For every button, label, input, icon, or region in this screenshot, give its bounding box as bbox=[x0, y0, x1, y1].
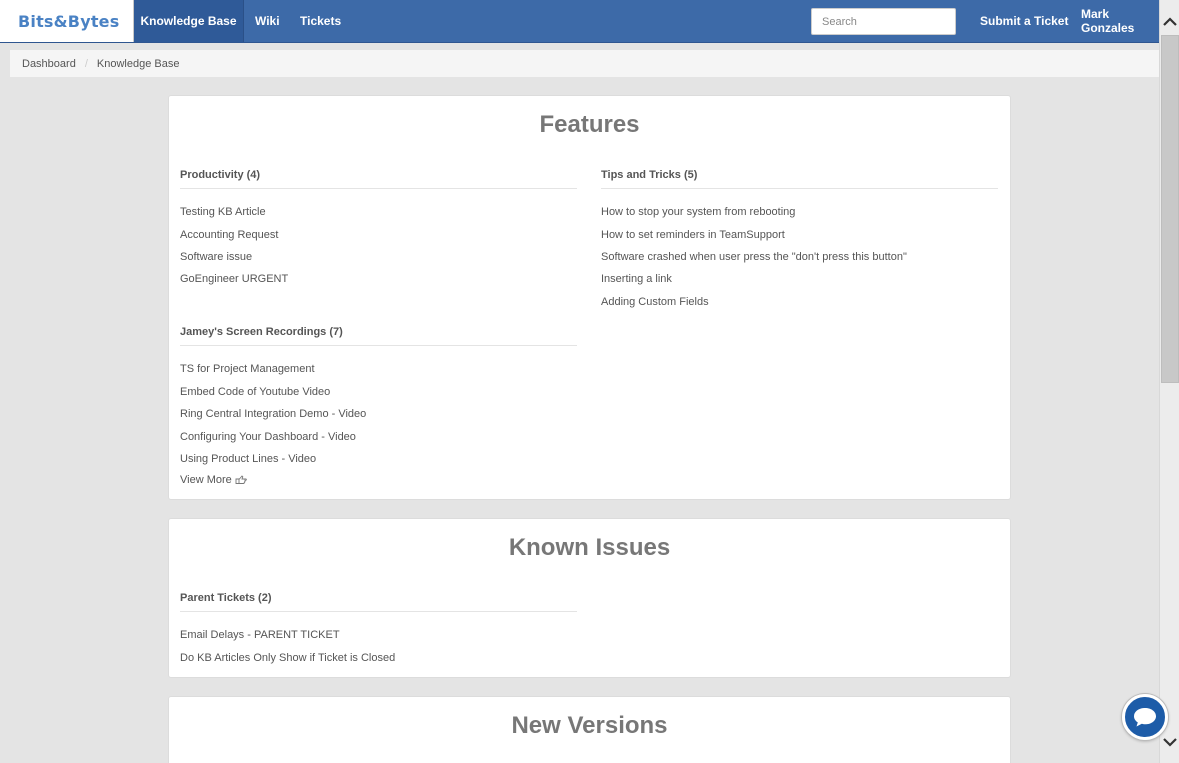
chat-icon bbox=[1134, 708, 1156, 727]
article-link[interactable]: Configuring Your Dashboard - Video bbox=[180, 431, 356, 443]
article-link[interactable]: Inserting a link bbox=[601, 273, 672, 285]
nav-knowledge-base[interactable]: Knowledge Base bbox=[134, 0, 244, 42]
pointing-hand-icon bbox=[235, 475, 247, 484]
view-more-label: View More bbox=[180, 474, 232, 486]
scrollbar-thumb[interactable] bbox=[1161, 35, 1179, 383]
productivity-heading: Productivity (4) bbox=[180, 169, 577, 189]
chat-button[interactable] bbox=[1122, 694, 1168, 740]
article-link[interactable]: Adding Custom Fields bbox=[601, 296, 709, 308]
tips-section: Tips and Tricks (5) How to stop your sys… bbox=[601, 169, 998, 308]
breadcrumb-separator: / bbox=[84, 57, 88, 70]
breadcrumb-knowledge-base: Knowledge Base bbox=[96, 57, 180, 70]
productivity-section: Productivity (4) Testing KB Article Acco… bbox=[180, 169, 577, 285]
scroll-down-icon[interactable] bbox=[1162, 734, 1178, 750]
article-link[interactable]: How to stop your system from rebooting bbox=[601, 206, 795, 218]
article-link[interactable]: Email Delays - PARENT TICKET bbox=[180, 629, 340, 641]
new-versions-card: New Versions bbox=[168, 696, 1011, 763]
article-link[interactable]: Software crashed when user press the "do… bbox=[601, 251, 907, 263]
known-issues-title: Known Issues bbox=[508, 534, 671, 561]
article-link[interactable]: Embed Code of Youtube Video bbox=[180, 386, 330, 398]
parent-tickets-section: Parent Tickets (2) Email Delays - PARENT… bbox=[180, 592, 577, 664]
scroll-up-icon[interactable] bbox=[1162, 14, 1178, 30]
nav-wiki[interactable]: Wiki bbox=[255, 0, 280, 42]
view-more-link[interactable]: View More bbox=[180, 474, 247, 486]
page-scrollbar[interactable] bbox=[1159, 0, 1179, 763]
user-menu[interactable]: Mark Gonzales bbox=[1081, 0, 1159, 42]
article-link[interactable]: Do KB Articles Only Show if Ticket is Cl… bbox=[180, 652, 395, 664]
tips-heading: Tips and Tricks (5) bbox=[601, 169, 998, 189]
parent-tickets-heading: Parent Tickets (2) bbox=[180, 592, 577, 612]
known-issues-card: Known Issues Parent Tickets (2) Email De… bbox=[168, 518, 1011, 678]
brand-logo[interactable]: Bits&Bytes bbox=[0, 0, 134, 42]
nav-tickets[interactable]: Tickets bbox=[300, 0, 341, 42]
recordings-heading: Jamey's Screen Recordings (7) bbox=[180, 326, 577, 346]
brand-name: Bits&Bytes bbox=[18, 11, 120, 31]
new-versions-title: New Versions bbox=[511, 712, 668, 739]
article-link[interactable]: How to set reminders in TeamSupport bbox=[601, 229, 785, 241]
article-link[interactable]: Ring Central Integration Demo - Video bbox=[180, 408, 366, 420]
breadcrumb-dashboard[interactable]: Dashboard bbox=[22, 58, 76, 70]
article-link[interactable]: GoEngineer URGENT bbox=[180, 273, 288, 285]
article-link[interactable]: Software issue bbox=[180, 251, 252, 263]
search-input[interactable] bbox=[811, 8, 956, 35]
article-link[interactable]: Using Product Lines - Video bbox=[180, 453, 316, 465]
top-navbar: Bits&Bytes Knowledge Base Wiki Tickets S… bbox=[0, 0, 1159, 43]
features-card: Features Productivity (4) Testing KB Art… bbox=[168, 95, 1011, 500]
article-link[interactable]: TS for Project Management bbox=[180, 363, 315, 375]
article-link[interactable]: Testing KB Article bbox=[180, 206, 266, 218]
recordings-section: Jamey's Screen Recordings (7) TS for Pro… bbox=[180, 326, 577, 486]
article-link[interactable]: Accounting Request bbox=[180, 229, 278, 241]
submit-ticket-link[interactable]: Submit a Ticket bbox=[980, 0, 1068, 42]
features-title: Features bbox=[539, 111, 640, 138]
breadcrumb: Dashboard / Knowledge Base bbox=[10, 50, 1159, 77]
